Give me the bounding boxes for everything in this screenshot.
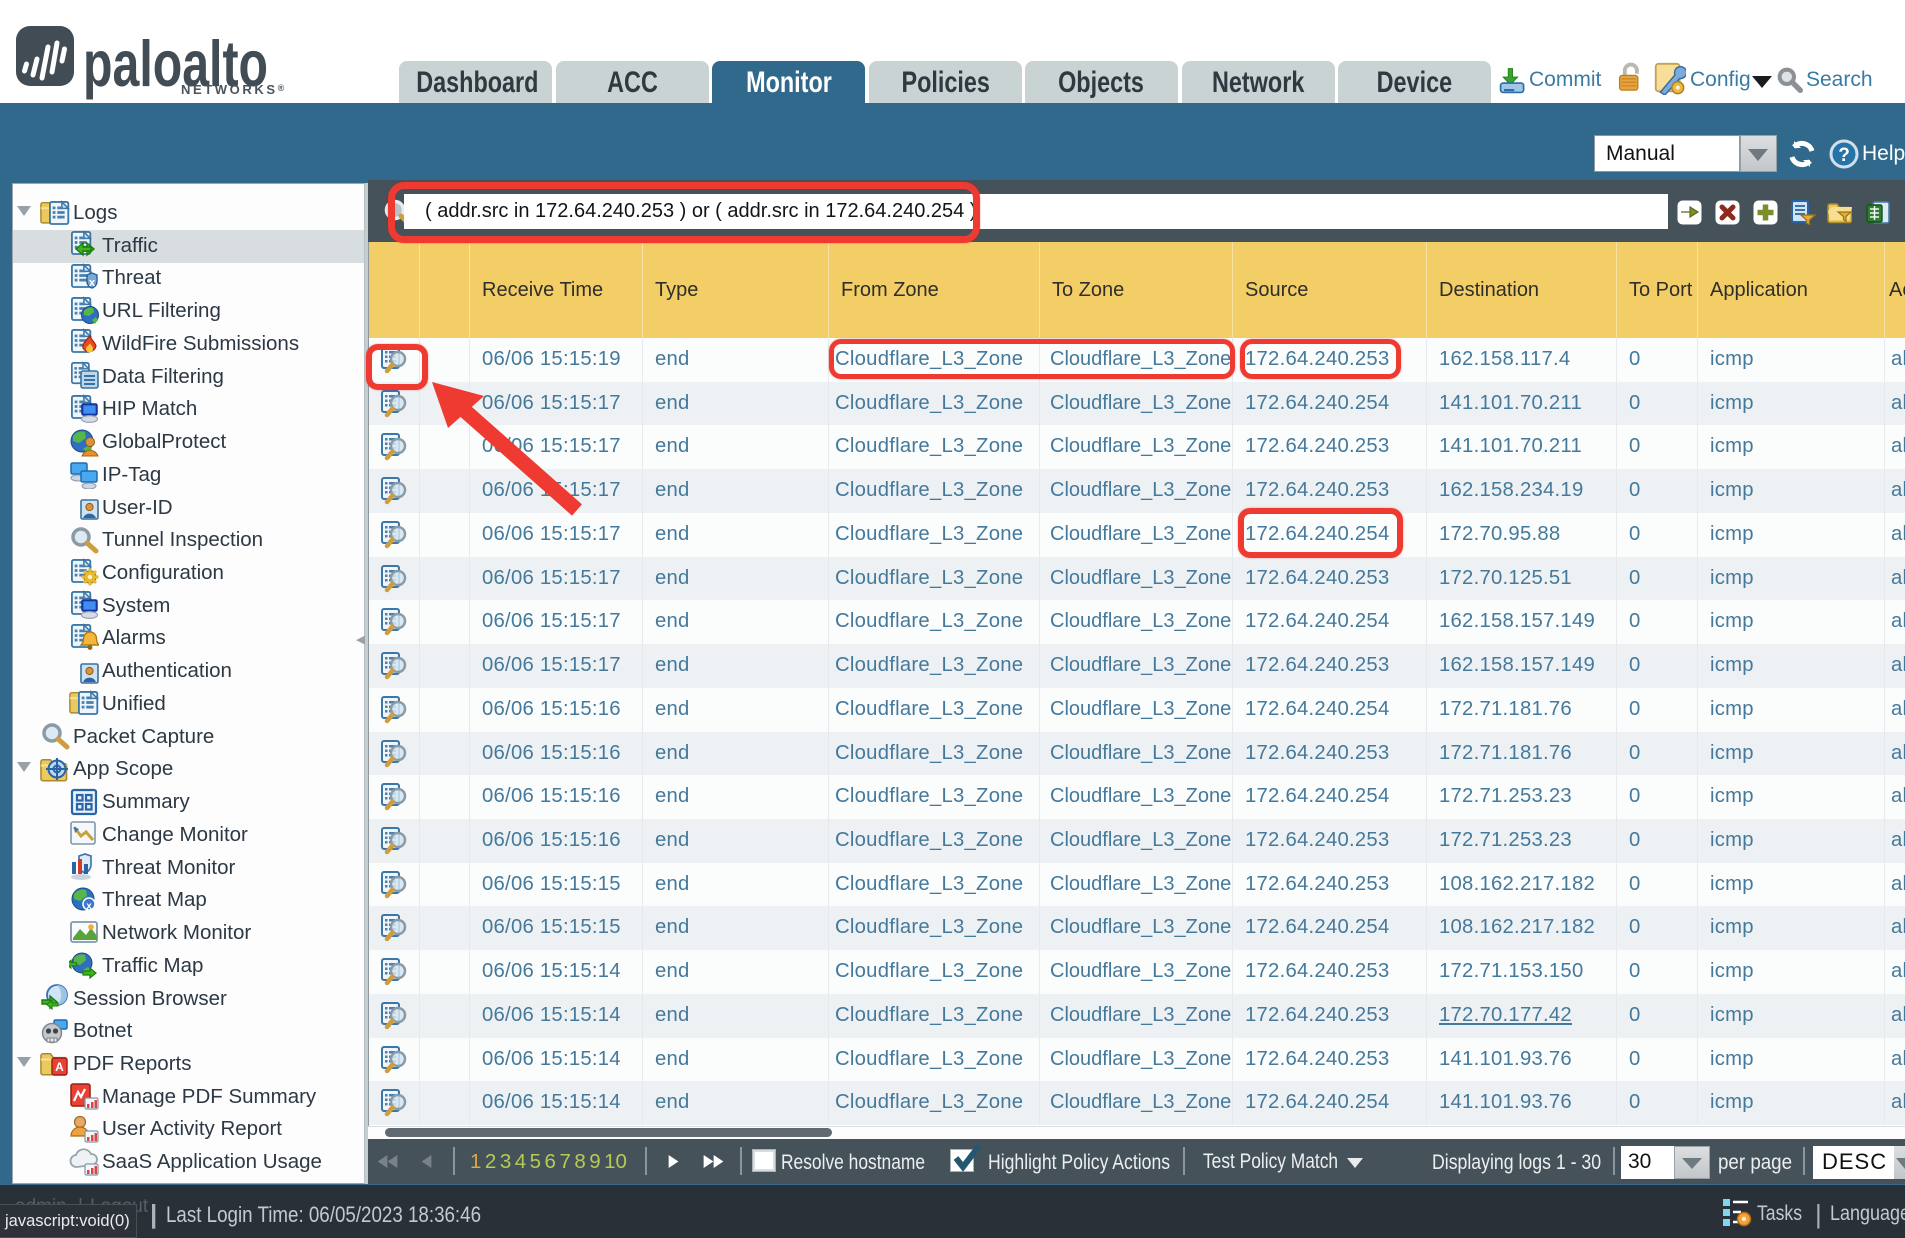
svg-text:x: x [86,901,92,912]
svg-text:A: A [55,1060,64,1074]
svg-text:?: ? [1838,145,1850,166]
svg-text:x: x [89,277,96,289]
